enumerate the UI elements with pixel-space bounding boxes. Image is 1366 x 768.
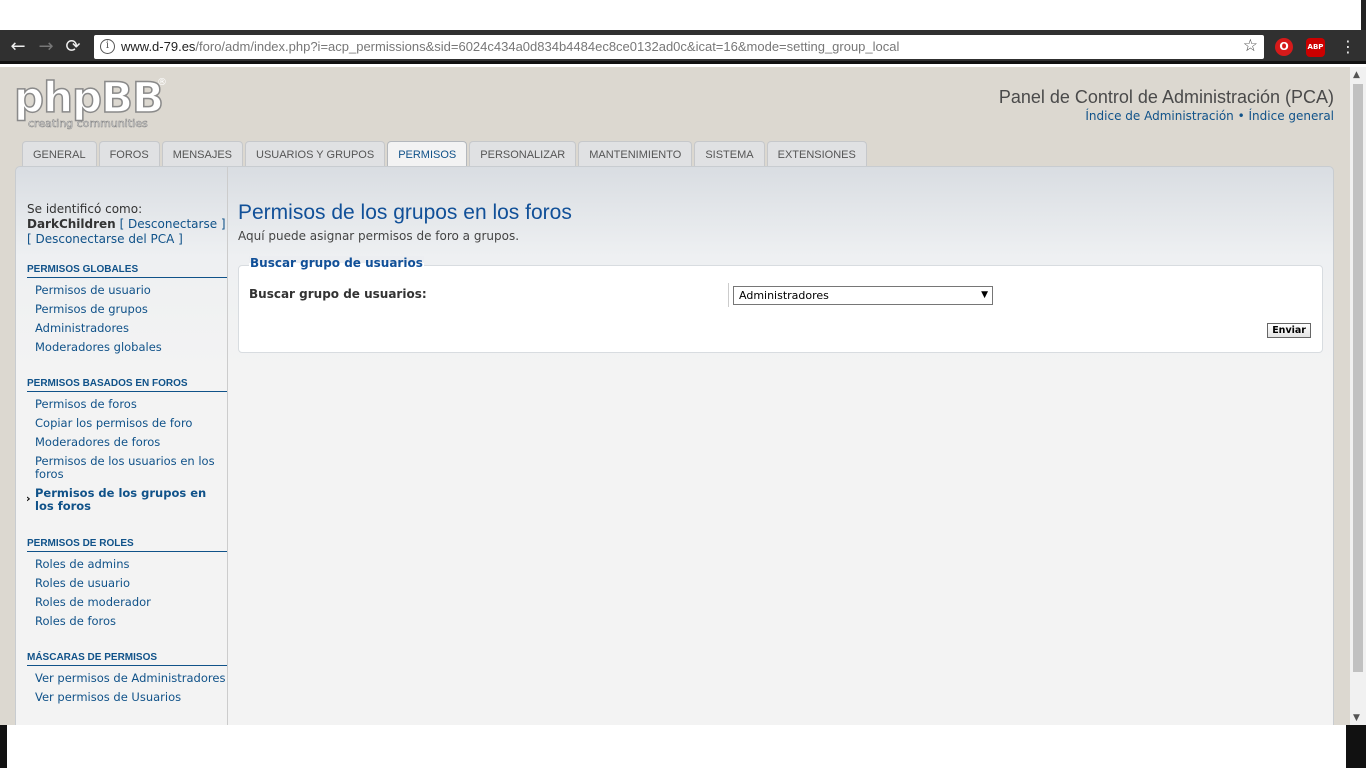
tab-foros[interactable]: Foros bbox=[98, 141, 160, 167]
sidebar-section-roles: Permisos de roles Roles de admins Roles … bbox=[27, 538, 227, 628]
login-info: Se identificó como: DarkChildren [ Desco… bbox=[27, 202, 227, 247]
sidebar-item-permisos-de-usuario[interactable]: Permisos de usuario bbox=[27, 284, 227, 297]
tab-permisos[interactable]: Permisos bbox=[387, 141, 468, 169]
url-path: /foro/adm/index.php?i=acp_permissions&si… bbox=[195, 39, 900, 54]
page-description: Aquí puede asignar permisos de foro a gr… bbox=[238, 229, 520, 243]
sidebar-item-permisos-usuarios-foros[interactable]: Permisos de los usuarios en los foros bbox=[27, 455, 227, 481]
browser-menu-icon[interactable]: ⋮ bbox=[1340, 37, 1356, 56]
group-search-label: Buscar grupo de usuarios: bbox=[249, 287, 427, 301]
general-index-link[interactable]: Índice general bbox=[1249, 109, 1335, 123]
sidebar-item-ver-permisos-admins[interactable]: Ver permisos de Administradores bbox=[27, 672, 227, 685]
url-host: www.d-79.es bbox=[121, 39, 196, 54]
username[interactable]: DarkChildren bbox=[27, 217, 116, 231]
admin-index-link[interactable]: Índice de Administración bbox=[1085, 109, 1233, 123]
content-panel: Se identificó como: DarkChildren [ Desco… bbox=[15, 166, 1334, 725]
adblock-extension-icon[interactable]: ABP bbox=[1306, 38, 1325, 57]
address-bar[interactable]: i www.d-79.es/foro/adm/index.php?i=acp_p… bbox=[94, 35, 1264, 59]
login-prefix: Se identificó como: bbox=[27, 202, 143, 216]
submit-button[interactable]: Enviar bbox=[1267, 323, 1311, 338]
reload-icon[interactable]: ⟳ bbox=[63, 37, 83, 57]
scrollbar-thumb[interactable] bbox=[1353, 84, 1363, 672]
tab-mantenimiento[interactable]: Mantenimiento bbox=[578, 141, 693, 167]
bookmark-star-icon[interactable]: ☆ bbox=[1243, 36, 1258, 56]
sidebar-item-permisos-grupos-foros[interactable]: Permisos de los grupos en los foros bbox=[26, 487, 227, 513]
header-links: Índice de Administración • Índice genera… bbox=[1085, 109, 1334, 123]
sidebar-item-moderadores-de-foros[interactable]: Moderadores de foros bbox=[27, 436, 227, 449]
fieldset-legend: Buscar grupo de usuarios bbox=[249, 256, 424, 270]
sidebar-item-roles-de-admins[interactable]: Roles de admins bbox=[27, 558, 227, 571]
top-margin bbox=[0, 0, 1366, 30]
sidebar-heading: Permisos basados en foros bbox=[27, 378, 227, 392]
sidebar-item-permisos-de-foros[interactable]: Permisos de foros bbox=[27, 398, 227, 411]
opera-extension-icon[interactable]: O bbox=[1275, 38, 1293, 56]
page-scrollbar[interactable]: ▲ ▼ bbox=[1350, 67, 1366, 725]
dropdown-arrow-icon: ▼ bbox=[981, 290, 988, 300]
sidebar-item-roles-de-moderador[interactable]: Roles de moderador bbox=[27, 596, 227, 609]
link-separator: • bbox=[1233, 109, 1249, 123]
group-select-value: Administradores bbox=[739, 289, 829, 302]
bottom-margin bbox=[0, 725, 1366, 768]
sidebar-item-moderadores-globales[interactable]: Moderadores globales bbox=[27, 341, 227, 354]
main-tabs: General Foros Mensajes Usuarios y grupos… bbox=[22, 141, 867, 169]
url-text[interactable]: www.d-79.es/foro/adm/index.php?i=acp_per… bbox=[121, 39, 899, 54]
tab-mensajes[interactable]: Mensajes bbox=[161, 141, 243, 167]
acp-page: phpBB ® creating communities Panel de Co… bbox=[0, 67, 1350, 725]
sidebar-heading: Máscaras de permisos bbox=[27, 652, 227, 666]
logout-link[interactable]: [ Desconectarse ] bbox=[120, 217, 226, 231]
group-select[interactable]: Administradores ▼ bbox=[733, 286, 993, 305]
scroll-up-icon[interactable]: ▲ bbox=[1353, 70, 1360, 80]
sidebar-item-roles-de-foros[interactable]: Roles de foros bbox=[27, 615, 227, 628]
forward-arrow-icon[interactable]: → bbox=[36, 37, 56, 57]
scroll-down-icon[interactable]: ▼ bbox=[1353, 713, 1360, 723]
sidebar-heading: Permisos de roles bbox=[27, 538, 227, 552]
sidebar-heading: Permisos globales bbox=[27, 264, 227, 278]
sidebar-item-copiar-permisos[interactable]: Copiar los permisos de foro bbox=[27, 417, 227, 430]
sidebar-item-ver-permisos-usuarios[interactable]: Ver permisos de Usuarios bbox=[27, 691, 227, 704]
back-arrow-icon[interactable]: ← bbox=[8, 37, 28, 57]
logo-text: phpBB bbox=[13, 73, 165, 122]
sidebar-section-global: Permisos globales Permisos de usuario Pe… bbox=[27, 264, 227, 354]
sidebar-item-permisos-de-grupos[interactable]: Permisos de grupos bbox=[27, 303, 227, 316]
browser-toolbar: ← → ⟳ i www.d-79.es/foro/adm/index.php?i… bbox=[0, 30, 1366, 64]
sidebar-item-roles-de-usuario[interactable]: Roles de usuario bbox=[27, 577, 227, 590]
field-divider bbox=[728, 283, 729, 307]
search-group-fieldset: Buscar grupo de usuarios Buscar grupo de… bbox=[238, 256, 1323, 353]
sidebar-section-forums: Permisos basados en foros Permisos de fo… bbox=[26, 378, 227, 513]
tab-personalizar[interactable]: Personalizar bbox=[469, 141, 577, 167]
tab-extensiones[interactable]: Extensiones bbox=[766, 141, 867, 167]
acp-title: Panel de Control de Administración (PCA) bbox=[998, 87, 1334, 107]
logo-tagline: creating communities bbox=[28, 117, 148, 131]
info-icon[interactable]: i bbox=[100, 39, 115, 54]
tab-usuarios-y-grupos[interactable]: Usuarios y grupos bbox=[245, 141, 386, 167]
page-title: Permisos de los grupos en los foros bbox=[238, 201, 572, 224]
sidebar-item-administradores[interactable]: Administradores bbox=[27, 322, 227, 335]
tab-sistema[interactable]: Sistema bbox=[694, 141, 765, 167]
phpbb-logo[interactable]: phpBB ® creating communities bbox=[13, 73, 169, 131]
sidebar: Se identificó como: DarkChildren [ Desco… bbox=[16, 167, 228, 725]
logo-registered: ® bbox=[157, 77, 167, 88]
sidebar-section-masks: Máscaras de permisos Ver permisos de Adm… bbox=[27, 652, 227, 704]
tab-general[interactable]: General bbox=[22, 141, 97, 167]
logout-acp-link[interactable]: [ Desconectarse del PCA ] bbox=[27, 232, 227, 247]
